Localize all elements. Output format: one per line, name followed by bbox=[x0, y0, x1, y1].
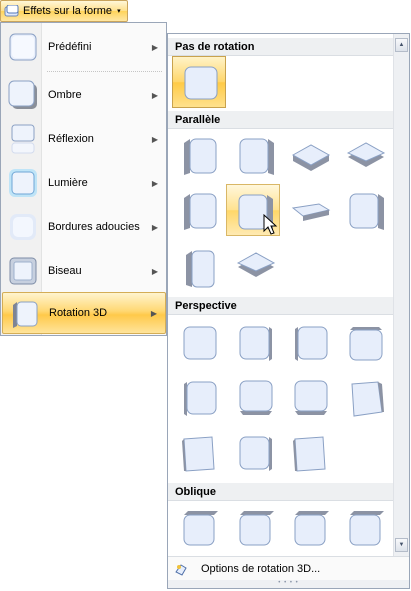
chevron-right-icon: ▶ bbox=[151, 178, 158, 188]
rotation-preset-thumbnail-icon bbox=[184, 66, 218, 100]
rotation-preset-thumbnail-icon bbox=[239, 380, 273, 415]
rotation-preset-22[interactable] bbox=[283, 427, 337, 479]
chevron-down-icon: ▾ bbox=[117, 8, 121, 15]
rotation-preset-18[interactable] bbox=[283, 372, 337, 424]
rotation-options-label: Options de rotation 3D... bbox=[201, 563, 321, 575]
menu-item-label: Réflexion bbox=[48, 133, 94, 145]
rotation-options-icon bbox=[174, 562, 188, 576]
chevron-right-icon: ▶ bbox=[150, 308, 157, 318]
rotation-preset-25[interactable] bbox=[283, 501, 337, 553]
chevron-right-icon: ▶ bbox=[151, 134, 158, 144]
menu-item-label: Bordures adoucies bbox=[48, 221, 140, 233]
soft-edges-icon bbox=[8, 212, 38, 242]
rotation-preset-26[interactable] bbox=[338, 501, 392, 553]
rotation-preset-14[interactable] bbox=[283, 317, 337, 369]
section-no-rotation: Pas de rotation bbox=[168, 38, 394, 56]
section-oblique: Oblique bbox=[168, 483, 394, 501]
rotation-preset-9[interactable] bbox=[338, 184, 392, 236]
bevel-effect-icon bbox=[8, 256, 38, 286]
rotation-preset-4[interactable] bbox=[283, 129, 337, 181]
menu-item-label: Ombre bbox=[48, 89, 82, 101]
menu-item-reflection[interactable]: Réflexion ▶ bbox=[2, 118, 166, 160]
gallery-scrollbar[interactable]: ▲ ▼ bbox=[393, 34, 409, 556]
rotation-preset-20[interactable] bbox=[172, 427, 226, 479]
shape-effects-menu: Prédéfini ▶ Ombre ▶ Réflexion ▶ Lumière … bbox=[0, 22, 167, 336]
rotation-preset-thumbnail-icon bbox=[349, 511, 384, 546]
menu-item-label: Rotation 3D bbox=[49, 307, 108, 319]
rotation-preset-thumbnail-icon bbox=[346, 142, 386, 167]
mouse-cursor-icon bbox=[263, 214, 278, 235]
rotation-preset-thumbnail-icon bbox=[293, 436, 326, 472]
scroll-up-button[interactable]: ▲ bbox=[395, 38, 408, 52]
rotation-preset-thumbnail-icon bbox=[239, 511, 274, 546]
rotation-preset-19[interactable] bbox=[338, 372, 392, 424]
rotation-preset-thumbnail-icon bbox=[184, 193, 217, 230]
menu-item-bevel[interactable]: Biseau ▶ bbox=[2, 250, 166, 292]
rotation-preset-5[interactable] bbox=[338, 129, 392, 181]
rotation-preset-15[interactable] bbox=[338, 317, 392, 369]
rotation-preset-thumbnail-icon bbox=[239, 326, 272, 361]
rotation-preset-thumbnail-icon bbox=[294, 380, 328, 415]
menu-item-preset[interactable]: Prédéfini ▶ bbox=[2, 26, 166, 68]
rotation-preset-24[interactable] bbox=[228, 501, 282, 553]
chevron-right-icon: ▶ bbox=[151, 42, 158, 52]
rotation-preset-thumbnail-icon bbox=[291, 203, 331, 221]
rotation-preset-8[interactable] bbox=[283, 184, 337, 236]
chevron-right-icon: ▶ bbox=[151, 90, 158, 100]
3d-rotation-icon bbox=[9, 299, 39, 329]
menu-item-shadow[interactable]: Ombre ▶ bbox=[2, 74, 166, 116]
rotation-preset-3[interactable] bbox=[228, 129, 282, 181]
shape-effects-icon bbox=[4, 4, 20, 17]
shape-effects-button[interactable]: Effets sur la forme ▾ bbox=[0, 0, 128, 22]
menu-item-3d-rotation[interactable]: Rotation 3D ▶ bbox=[2, 292, 166, 334]
rotation-preset-12[interactable] bbox=[172, 317, 226, 369]
resize-grip[interactable]: • • • • bbox=[168, 580, 409, 588]
reflection-effect-icon bbox=[8, 124, 38, 154]
rotation-preset-thumbnail-icon bbox=[186, 250, 215, 288]
rotation-preset-23[interactable] bbox=[172, 501, 226, 553]
rotation-preset-thumbnail-icon bbox=[351, 381, 384, 417]
3d-rotation-gallery: Pas de rotation Parallèle Perspective Ob… bbox=[167, 33, 410, 589]
rotation-preset-thumbnail-icon bbox=[183, 326, 217, 360]
menu-item-label: Prédéfini bbox=[48, 41, 92, 53]
glow-effect-icon bbox=[8, 168, 38, 198]
rotation-preset-13[interactable] bbox=[228, 317, 282, 369]
rotation-preset-thumbnail-icon bbox=[236, 252, 276, 277]
rotation-preset-thumbnail-icon bbox=[239, 436, 272, 471]
rotation-preset-11[interactable] bbox=[228, 239, 282, 291]
section-parallel: Parallèle bbox=[168, 111, 394, 129]
rotation-preset-thumbnail-icon bbox=[184, 381, 217, 416]
menu-item-label: Biseau bbox=[48, 265, 82, 277]
rotation-preset-10[interactable] bbox=[172, 239, 226, 291]
rotation-preset-thumbnail-icon bbox=[183, 511, 218, 546]
menu-item-label: Lumière bbox=[48, 177, 88, 189]
rotation-preset-thumbnail-icon bbox=[295, 326, 328, 361]
rotation-preset-17[interactable] bbox=[228, 372, 282, 424]
chevron-right-icon: ▶ bbox=[151, 266, 158, 276]
menu-item-soft-edges[interactable]: Bordures adoucies ▶ bbox=[2, 206, 166, 248]
chevron-right-icon: ▶ bbox=[151, 222, 158, 232]
section-perspective: Perspective bbox=[168, 297, 394, 315]
rotation-preset-thumbnail-icon bbox=[349, 193, 384, 230]
rotation-preset-thumbnail-icon bbox=[239, 138, 274, 175]
rotation-preset-2[interactable] bbox=[172, 129, 226, 181]
scroll-down-button[interactable]: ▼ bbox=[395, 538, 408, 552]
menu-separator bbox=[47, 71, 162, 72]
3d-rotation-options-item[interactable]: Options de rotation 3D... bbox=[168, 556, 409, 581]
rotation-preset-thumbnail-icon bbox=[294, 511, 329, 546]
rotation-preset-6[interactable] bbox=[172, 184, 226, 236]
rotation-preset-16[interactable] bbox=[172, 372, 226, 424]
rotation-preset-thumbnail-icon bbox=[349, 327, 383, 361]
shape-effects-label: Effets sur la forme bbox=[23, 5, 113, 17]
rotation-preset-1[interactable] bbox=[172, 56, 226, 108]
rotation-preset-21[interactable] bbox=[228, 427, 282, 479]
preset-effect-icon bbox=[8, 32, 38, 62]
shadow-effect-icon bbox=[8, 80, 38, 110]
rotation-preset-thumbnail-icon bbox=[182, 436, 215, 472]
menu-item-glow[interactable]: Lumière ▶ bbox=[2, 162, 166, 204]
rotation-preset-thumbnail-icon bbox=[184, 138, 217, 175]
rotation-preset-thumbnail-icon bbox=[291, 144, 331, 171]
